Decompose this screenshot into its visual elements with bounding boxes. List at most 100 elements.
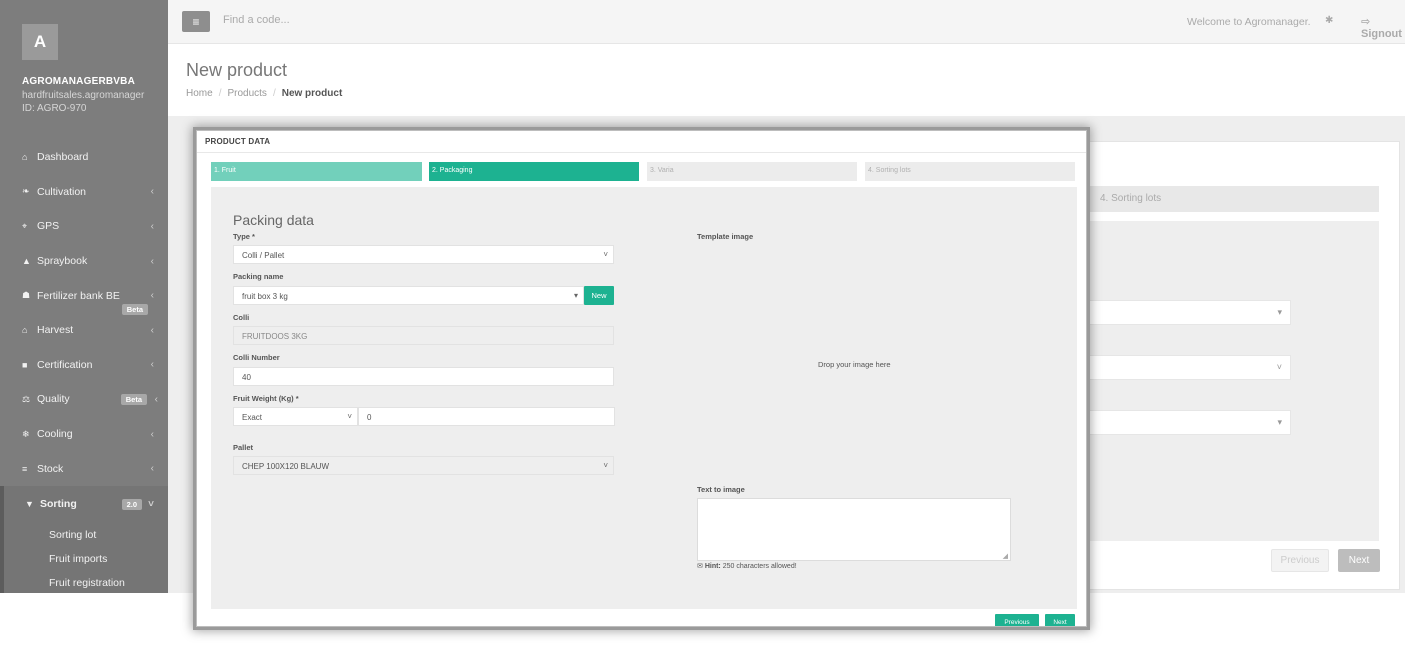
chevron-left-icon: ‹ xyxy=(154,393,158,405)
caret-down-icon: ▾ xyxy=(1277,417,1282,427)
background-form-area xyxy=(1088,221,1379,541)
pallet-select[interactable]: CHEP 100X120 BLAUW ˅ xyxy=(233,456,614,475)
sidebar-item-certification[interactable]: ■ Certification ‹ xyxy=(0,348,168,383)
bank-icon: ☗ xyxy=(22,290,31,301)
fruit-weight-input[interactable]: 0 xyxy=(358,407,615,426)
background-select: ▾ xyxy=(1088,410,1291,435)
breadcrumb-products[interactable]: Products xyxy=(227,88,266,99)
balance-scale-icon: ⚖ xyxy=(22,393,31,404)
sidebar-subitem-fruit-registration[interactable]: Fruit registration xyxy=(0,570,168,593)
colli-number-input[interactable]: 40 xyxy=(233,367,614,386)
chevron-down-icon: ˅ xyxy=(1276,362,1282,372)
chevron-down-icon: ˅ xyxy=(347,412,352,421)
hint-message: 250 characters allowed! xyxy=(720,563,797,570)
sidebar-item-label: GPS xyxy=(37,220,60,233)
sidebar-item-label: Spraybook xyxy=(37,255,88,268)
hamburger-icon: ≡ xyxy=(192,14,200,29)
background-select: ˅ xyxy=(1088,355,1291,380)
menu-toggle-button[interactable]: ≡ xyxy=(182,11,210,32)
list-icon: ≡ xyxy=(22,463,28,474)
modal-divider xyxy=(197,152,1086,153)
type-select[interactable]: Colli / Pallet ˅ xyxy=(233,245,614,264)
sidebar-item-fertilizer-bank[interactable]: ☗ Fertilizer bank BE ‹ Beta xyxy=(0,278,168,316)
sidebar-item-label: Sorting xyxy=(40,498,77,511)
resize-grip-icon[interactable]: ◢ xyxy=(1003,552,1008,560)
sidebar-item-gps[interactable]: ⌖ GPS ‹ xyxy=(0,209,168,244)
step-packaging[interactable]: 2. Packaging xyxy=(429,162,639,181)
packing-name-value: fruit box 3 kg xyxy=(242,292,288,301)
sidebar-item-harvest[interactable]: ⌂ Harvest ‹ xyxy=(0,313,168,348)
home-icon: ⌂ xyxy=(22,152,28,163)
sidebar-item-label: Stock xyxy=(37,462,64,475)
sidebar-item-spraybook[interactable]: ▲ Spraybook ‹ xyxy=(0,244,168,279)
sidebar-item-quality[interactable]: ⚖ Quality Beta ‹ xyxy=(0,382,168,417)
breadcrumb-home[interactable]: Home xyxy=(186,88,213,99)
book-icon: ■ xyxy=(22,359,28,370)
fruit-weight-mode-select[interactable]: Exact ˅ xyxy=(233,407,358,426)
background-next-button: Next xyxy=(1338,549,1380,572)
company-domain: hardfruitsales.agromanager xyxy=(22,90,145,101)
text-to-image-label: Text to image xyxy=(697,485,745,494)
chevron-left-icon: ‹ xyxy=(150,359,154,371)
version-badge: 2.0 xyxy=(121,498,142,510)
step-fruit[interactable]: 1. Fruit xyxy=(211,162,422,181)
hint-text: ✉ Hint: 250 characters allowed! xyxy=(697,562,797,570)
search-input[interactable]: Find a code... xyxy=(223,14,290,26)
colli-field: FRUITDOOS 3KG xyxy=(233,326,614,345)
sidebar-item-label: Quality xyxy=(37,393,70,406)
background-previous-button: Previous xyxy=(1271,549,1329,572)
sidebar-item-cultivation[interactable]: ❧ Cultivation ‹ xyxy=(0,175,168,210)
sidebar-item-label: Dashboard xyxy=(37,151,89,164)
packing-name-label: Packing name xyxy=(233,272,284,281)
truck-icon: ⌂ xyxy=(22,325,28,336)
sidebar-item-dashboard[interactable]: ⌂ Dashboard xyxy=(0,140,168,175)
chevron-left-icon: ‹ xyxy=(150,220,154,232)
previous-button[interactable]: Previous xyxy=(995,614,1039,626)
thermometer-icon: ❄ xyxy=(22,428,30,439)
breadcrumb-separator: / xyxy=(218,88,222,99)
sidebar-item-label: Certification xyxy=(37,358,93,371)
modal-title: PRODUCT DATA xyxy=(205,137,271,146)
chevron-down-icon: ˅ xyxy=(603,250,608,259)
beta-badge: Beta xyxy=(120,394,147,406)
sidebar-item-stock[interactable]: ≡ Stock ‹ xyxy=(0,451,168,486)
filter-icon: ▼ xyxy=(25,499,34,510)
caret-down-icon: ▾ xyxy=(573,291,578,300)
page-title: New product xyxy=(186,60,288,80)
company-id: ID: AGRO-970 xyxy=(22,103,87,114)
background-step-sorting-lots: 4. Sorting lots xyxy=(1088,186,1379,212)
sidebar-item-label: Harvest xyxy=(37,324,74,337)
sidebar-item-sorting[interactable]: ▼ Sorting 2.0 ˅ xyxy=(0,485,168,523)
chevron-left-icon: ‹ xyxy=(150,186,154,198)
fruit-weight-label: Fruit Weight (Kg) * xyxy=(233,394,299,403)
text-to-image-textarea[interactable]: ◢ xyxy=(697,498,1011,561)
breadcrumb: Home / Products / New product xyxy=(186,88,342,99)
image-dropzone[interactable]: Drop your image here xyxy=(818,360,891,369)
packing-name-select[interactable]: fruit box 3 kg ▾ xyxy=(233,286,584,305)
caret-down-icon: ▾ xyxy=(1277,307,1282,317)
sidebar-subitem-sorting-lot[interactable]: Sorting lot xyxy=(0,522,168,547)
step-sorting-lots[interactable]: 4. Sorting lots xyxy=(865,162,1075,181)
new-packing-button[interactable]: New xyxy=(584,286,614,305)
chevron-left-icon: ‹ xyxy=(150,463,154,475)
background-select: ▾ xyxy=(1088,300,1291,325)
top-bar: ≡ Find a code... Welcome to Agromanager.… xyxy=(168,0,1405,44)
fruit-weight-mode-value: Exact xyxy=(242,413,263,422)
avatar[interactable]: A xyxy=(22,24,58,60)
sidebar-item-cooling[interactable]: ❄ Cooling ‹ xyxy=(0,417,168,452)
hint-label: Hint: xyxy=(704,563,721,570)
signout-link[interactable]: ⇨ Signout xyxy=(1361,15,1405,40)
sidebar-item-label: Fertilizer bank BE xyxy=(37,289,120,302)
leaf-icon: ❧ xyxy=(22,186,30,197)
type-select-value: Colli / Pallet xyxy=(242,251,285,260)
bug-icon[interactable]: ✱ xyxy=(1325,15,1333,26)
pallet-label: Pallet xyxy=(233,443,254,452)
breadcrumb-separator: / xyxy=(272,88,276,99)
step-varia[interactable]: 3. Varia xyxy=(647,162,857,181)
sidebar: A AGROMANAGERBVBA hardfruitsales.agroman… xyxy=(0,0,168,593)
sidebar-subitem-fruit-imports[interactable]: Fruit imports xyxy=(0,546,168,571)
next-button[interactable]: Next xyxy=(1045,614,1075,626)
product-data-modal: PRODUCT DATA 1. Fruit 2. Packaging 3. Va… xyxy=(196,130,1087,627)
droplet-icon: ▲ xyxy=(22,256,31,267)
chevron-left-icon: ‹ xyxy=(150,255,154,267)
